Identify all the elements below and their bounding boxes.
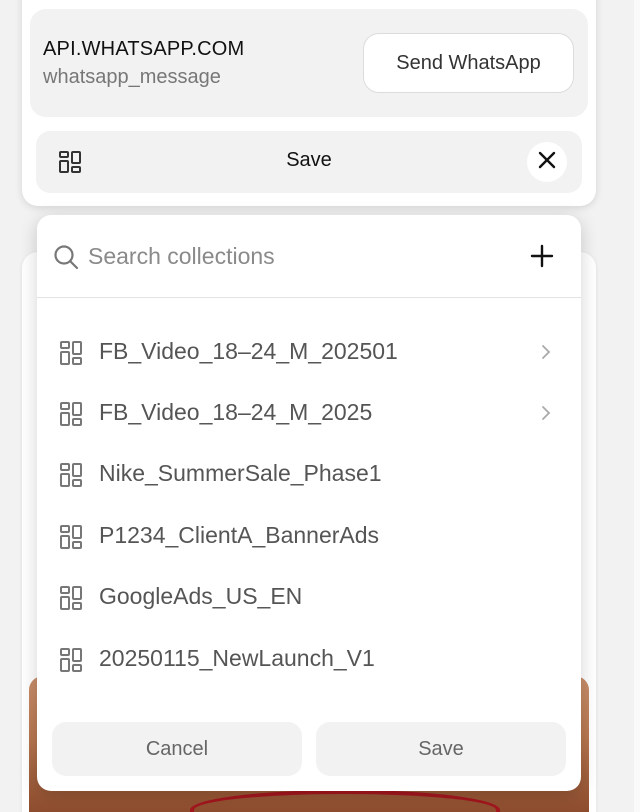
collection-grid-icon [59,340,83,371]
divider [37,297,581,298]
collection-item-label: P1234_ClientA_BannerAds [99,522,380,548]
chevron-right-icon[interactable] [541,405,551,426]
collection-item-label: GoogleAds_US_EN [99,583,303,609]
search-icon [53,244,79,275]
search-collections-input[interactable] [88,238,508,274]
save-button[interactable]: Save [316,722,566,776]
collection-grid-icon [59,462,83,493]
send-whatsapp-button[interactable]: Send WhatsApp [363,33,574,93]
collection-item-label: FB_Video_18–24_M_2025 [99,399,373,425]
collection-item[interactable]: FB_Video_18–24_M_2025 [37,386,581,442]
screen: API.WHATSAPP.COM whatsapp_message Send W… [0,0,640,812]
collection-item[interactable]: Nike_SummerSale_Phase1 [37,447,581,503]
collections-popover [37,215,581,791]
link-domain: API.WHATSAPP.COM [43,38,245,60]
add-collection-button[interactable] [527,241,557,271]
collection-item-label: 20250115_NewLaunch_V1 [99,645,375,671]
close-icon [537,150,557,175]
collection-grid-icon [59,401,83,432]
collection-item[interactable]: 20250115_NewLaunch_V1 [37,632,581,688]
chevron-right-icon[interactable] [541,344,551,365]
collection-item[interactable]: FB_Video_18–24_M_202501 [37,325,581,381]
cancel-button[interactable]: Cancel [52,722,302,776]
screen-edge [634,0,640,812]
collection-item[interactable]: P1234_ClientA_BannerAds [37,509,581,565]
collection-item-label: Nike_SummerSale_Phase1 [99,460,382,486]
save-bar-label: Save [286,149,332,171]
link-subtitle: whatsapp_message [43,66,221,88]
plus-icon [527,244,557,275]
collection-item[interactable]: GoogleAds_US_EN [37,570,581,626]
collection-grid-icon [59,524,83,555]
collection-grid-icon [59,585,83,616]
collection-item-label: FB_Video_18–24_M_202501 [99,338,398,364]
close-button[interactable] [527,142,567,182]
collection-grid-icon [59,647,83,678]
